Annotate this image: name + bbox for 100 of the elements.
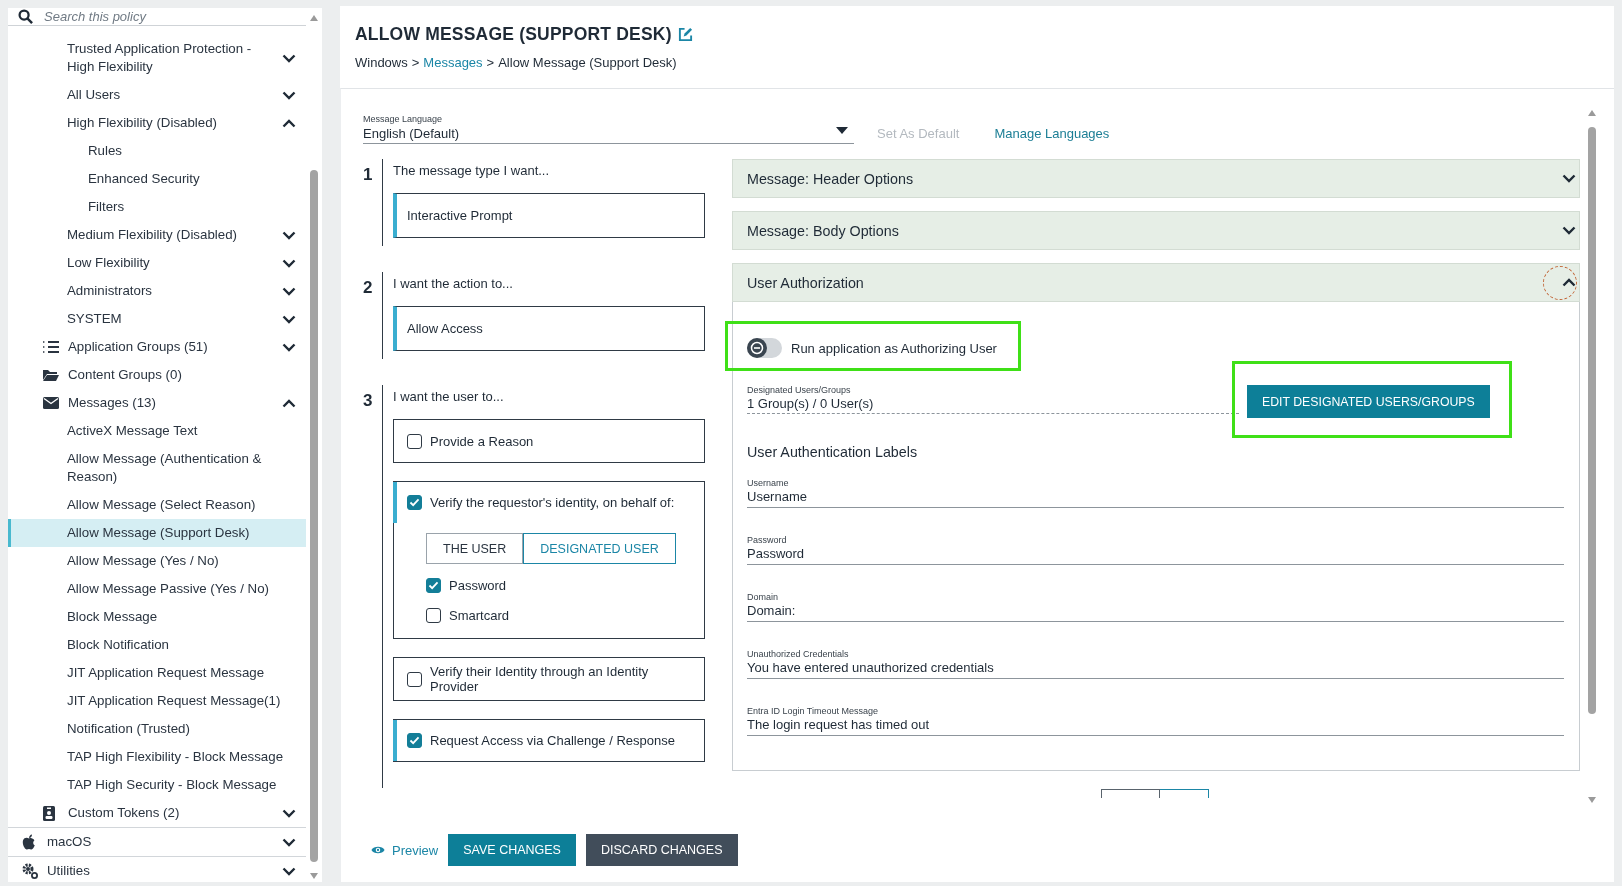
chevron-down-icon[interactable] (282, 837, 296, 847)
text-field[interactable]: Unauthorized Credentials You have entered unauthorized credentials (747, 649, 1564, 679)
tree-item[interactable]: Administrators (8, 277, 306, 305)
tree-item[interactable]: Block Notification (8, 631, 306, 659)
tree-item[interactable]: Allow Message (Select Reason) (8, 491, 306, 519)
scroll-down-icon[interactable] (309, 872, 319, 880)
chevron-down-icon[interactable] (1562, 174, 1576, 183)
list-icon (43, 341, 59, 353)
checkbox[interactable] (407, 495, 422, 510)
tree-item[interactable]: JIT Application Request Message (8, 659, 306, 687)
eye-icon (371, 845, 385, 855)
tree-item[interactable]: Messages (13) (8, 389, 306, 417)
section-heading: User Authentication Labels (747, 444, 919, 460)
language-action-link[interactable]: Manage Languages (994, 126, 1110, 141)
chevron-up-icon[interactable] (282, 398, 296, 408)
edit-icon[interactable] (677, 27, 693, 42)
chevron-up-icon[interactable] (282, 118, 296, 128)
toggle-label: Run application as Authorizing User (791, 340, 997, 356)
chevron-down-icon[interactable] (282, 90, 296, 100)
search-field[interactable]: Search this policy (42, 8, 306, 25)
tree-item[interactable]: High Flexibility (Disabled) (8, 109, 306, 137)
segment-tab[interactable]: THE USER (426, 533, 524, 564)
tree-item[interactable]: Filters (8, 193, 306, 221)
discard-button[interactable]: DISCARD CHANGES (585, 834, 738, 866)
tree-item[interactable]: All Users (8, 81, 306, 109)
step-prompt: The message type I want... (393, 163, 551, 178)
tree-item[interactable]: Allow Message Passive (Yes / No) (8, 575, 306, 603)
tree-item[interactable]: Custom Tokens (2) (8, 799, 306, 827)
breadcrumb-item: Windows (355, 55, 408, 70)
envelope-icon (43, 397, 59, 409)
method-label: Password (449, 578, 507, 593)
language-dropdown[interactable]: Message Language English (Default) (363, 114, 854, 144)
tree-item[interactable]: Application Groups (51) (8, 333, 306, 361)
tree-item[interactable]: Enhanced Security (8, 165, 306, 193)
chevron-down-icon[interactable] (282, 342, 296, 352)
tree-item[interactable]: TAP High Security - Block Message (8, 771, 306, 799)
chevron-down-icon[interactable] (282, 258, 296, 268)
tree-item[interactable]: Medium Flexibility (Disabled) (8, 221, 306, 249)
tree-item[interactable]: Allow Message (Support Desk) (8, 519, 306, 547)
step-prompt: I want the user to... (393, 389, 505, 404)
caret-icon (836, 127, 848, 134)
tree-item[interactable]: Notification (Trusted) (8, 715, 306, 743)
checkbox[interactable] (407, 733, 422, 748)
save-button[interactable]: SAVE CHANGES (448, 834, 576, 866)
scroll-up-icon[interactable] (1587, 109, 1597, 117)
chevron-down-icon[interactable] (282, 286, 296, 296)
apple-icon (22, 834, 36, 850)
accordion-header[interactable]: Message: Header Options (732, 159, 1580, 198)
option-label: Provide a Reason (430, 433, 534, 449)
tree-item[interactable]: Content Groups (0) (8, 361, 306, 389)
scroll-up-icon[interactable] (309, 14, 319, 22)
chevron-up-icon[interactable] (1562, 278, 1576, 287)
accordion-header[interactable]: User Authorization (732, 263, 1580, 302)
method-label: Smartcard (449, 608, 509, 623)
chevron-down-icon[interactable] (282, 53, 296, 63)
tree-item[interactable]: macOS (8, 827, 306, 856)
chevron-down-icon[interactable] (282, 808, 296, 818)
checkbox[interactable] (426, 608, 441, 623)
chevron-down-icon[interactable] (1562, 226, 1576, 235)
tree-item[interactable]: Allow Message (Authentication & Reason) (8, 445, 306, 491)
designated-users-field: Designated Users/Groups 1 Group(s) / 0 User(s) (747, 385, 1239, 414)
tree-item[interactable]: JIT Application Request Message(1) (8, 687, 306, 715)
breadcrumb-link[interactable]: Messages (423, 55, 483, 70)
option-label: Request Access via Challenge / Response (430, 733, 675, 748)
segment-tab[interactable]: DESIGNATED USER (523, 533, 676, 564)
chevron-down-icon[interactable] (282, 314, 296, 324)
checkbox[interactable] (407, 671, 422, 687)
step-number: 1 (363, 164, 374, 186)
page-title: ALLOW MESSAGE (SUPPORT DESK) (355, 24, 672, 45)
checkbox[interactable] (426, 578, 441, 593)
text-field[interactable]: Entra ID Login Timeout Message The login request has timed out (747, 706, 1564, 736)
tree-item[interactable]: Trusted Application Protection - High Flexibility (8, 35, 306, 81)
tree-item[interactable]: Low Flexibility (8, 249, 306, 277)
edit-designated-button[interactable]: EDIT DESIGNATED USERS/GROUPS (1247, 385, 1490, 418)
option-label: Verify their Identity through an Identity Provider (430, 664, 650, 694)
breadcrumb-separator: > (486, 55, 495, 70)
tree-item[interactable]: SYSTEM (8, 305, 306, 333)
scroll-down-icon[interactable] (1587, 796, 1597, 804)
text-field[interactable]: Password Password (747, 535, 1564, 565)
tree-item[interactable]: ActiveX Message Text (8, 417, 306, 445)
tree-item[interactable]: Utilities (8, 856, 306, 882)
checkbox[interactable] (407, 433, 422, 449)
tree-item[interactable]: TAP High Flexibility - Block Message (8, 743, 306, 771)
tree-item[interactable]: Rules (8, 137, 306, 165)
gears-icon (22, 863, 38, 879)
accordion-header[interactable]: Message: Body Options (732, 211, 1580, 250)
chevron-down-icon[interactable] (282, 230, 296, 240)
toggle-switch[interactable] (747, 338, 782, 358)
search-icon (18, 9, 33, 24)
chevron-down-icon[interactable] (282, 866, 296, 876)
choice-field[interactable]: Allow Access (393, 306, 705, 351)
choice-field[interactable]: Interactive Prompt (393, 193, 705, 238)
text-field[interactable]: Username Username (747, 478, 1564, 508)
breadcrumb-item: Allow Message (Support Desk) (498, 55, 677, 70)
tree-item[interactable]: Allow Message (Yes / No) (8, 547, 306, 575)
tree-item[interactable]: Block Message (8, 603, 306, 631)
text-field[interactable]: Domain Domain: (747, 592, 1564, 622)
preview-link[interactable]: Preview (371, 842, 439, 858)
id-badge-icon (43, 805, 55, 821)
folder-icon (43, 369, 59, 381)
